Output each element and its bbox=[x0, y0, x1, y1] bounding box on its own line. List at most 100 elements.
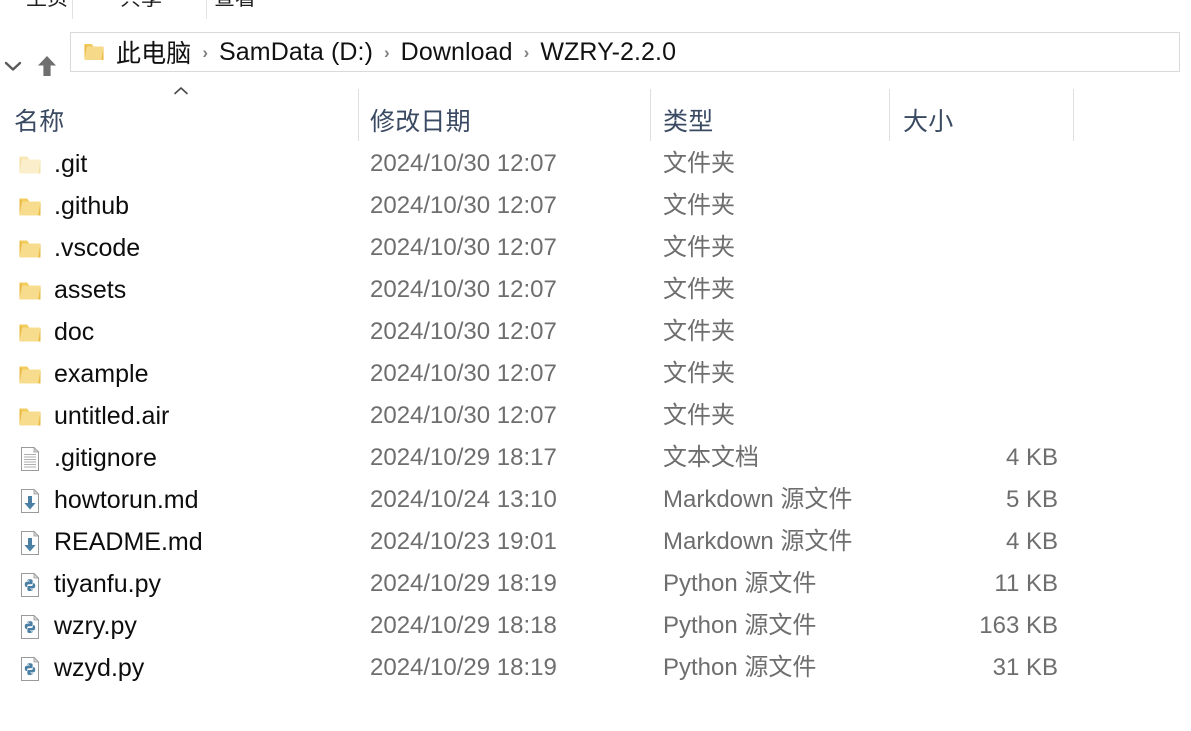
file-name-cell: howtorun.md bbox=[54, 486, 199, 514]
file-row[interactable]: assets 2024/10/30 12:07 文件夹 bbox=[0, 269, 1191, 311]
folder-icon bbox=[18, 278, 42, 304]
file-row[interactable]: howtorun.md 2024/10/24 13:10 Markdown 源文件 5… bbox=[0, 479, 1191, 521]
markdown-file-icon bbox=[18, 488, 42, 514]
text-file-icon bbox=[18, 446, 42, 472]
folder-icon bbox=[18, 236, 42, 262]
file-size-cell: 5 KB bbox=[1005, 486, 1058, 513]
file-size-cell: 4 KB bbox=[1005, 444, 1058, 471]
file-name-cell: .gitignore bbox=[54, 444, 157, 472]
file-date-cell: 2024/10/30 12:07 bbox=[370, 192, 557, 219]
file-type-cell: 文件夹 bbox=[663, 234, 735, 261]
file-date-cell: 2024/10/30 12:07 bbox=[370, 276, 557, 303]
breadcrumb-item-drive[interactable]: SamData (D:) bbox=[214, 38, 378, 67]
file-type-cell: 文件夹 bbox=[663, 276, 735, 303]
column-header-type[interactable]: 类型 bbox=[663, 102, 713, 138]
column-divider[interactable] bbox=[889, 89, 890, 141]
file-type-cell: Markdown 源文件 bbox=[663, 486, 853, 513]
file-type-cell: Python 源文件 bbox=[663, 570, 817, 597]
folder-icon bbox=[83, 41, 105, 63]
breadcrumb-item-download[interactable]: Download bbox=[396, 38, 518, 67]
file-row[interactable]: .gitignore 2024/10/29 18:17 文本文档 4 KB bbox=[0, 437, 1191, 479]
breadcrumb-item-this-pc[interactable]: 此电脑 bbox=[111, 34, 196, 70]
tab-share[interactable]: 共享 bbox=[94, 0, 188, 16]
file-size-cell bbox=[889, 311, 1058, 353]
file-row[interactable]: doc 2024/10/30 12:07 文件夹 bbox=[0, 311, 1191, 353]
ribbon-tab-list: 主页 共享 查看 bbox=[0, 0, 282, 16]
file-name-cell: .vscode bbox=[54, 234, 141, 262]
file-name-cell: assets bbox=[54, 276, 127, 304]
markdown-file-icon bbox=[18, 530, 42, 556]
file-size-cell: 31 KB bbox=[992, 654, 1058, 681]
column-divider[interactable] bbox=[1073, 89, 1074, 141]
tab-view[interactable]: 查看 bbox=[188, 0, 282, 16]
file-name-cell: .github bbox=[54, 192, 130, 220]
column-header-name[interactable]: 名称 bbox=[14, 102, 64, 138]
python-file-icon bbox=[18, 572, 42, 598]
column-divider[interactable] bbox=[358, 89, 359, 141]
file-type-cell: 文件夹 bbox=[663, 318, 735, 345]
column-header-date-modified[interactable]: 修改日期 bbox=[370, 102, 471, 138]
file-type-cell: 文件夹 bbox=[663, 192, 735, 219]
folder-icon bbox=[18, 320, 42, 346]
file-type-cell: Python 源文件 bbox=[663, 654, 817, 681]
file-row[interactable]: wzry.py 2024/10/29 18:18 Python 源文件 163 KB bbox=[0, 605, 1191, 647]
file-type-cell: Python 源文件 bbox=[663, 612, 817, 639]
arrow-up-icon bbox=[38, 56, 56, 76]
breadcrumb[interactable]: 此电脑 › SamData (D:) › Download › WZRY-2.2… bbox=[70, 32, 1180, 72]
folder-icon bbox=[18, 152, 42, 178]
up-one-level-button[interactable] bbox=[30, 49, 64, 83]
python-file-icon bbox=[18, 614, 42, 640]
file-date-cell: 2024/10/30 12:07 bbox=[370, 150, 557, 177]
ribbon-divider bbox=[72, 0, 73, 19]
file-size-cell bbox=[889, 185, 1058, 227]
sort-ascending-icon bbox=[172, 84, 190, 96]
file-name-cell: README.md bbox=[54, 528, 203, 556]
file-name-cell: doc bbox=[54, 318, 95, 346]
file-date-cell: 2024/10/29 18:18 bbox=[370, 612, 557, 639]
file-type-cell: 文本文档 bbox=[663, 444, 759, 471]
file-type-cell: 文件夹 bbox=[663, 150, 735, 177]
column-divider[interactable] bbox=[650, 89, 651, 141]
chevron-right-icon[interactable]: › bbox=[518, 44, 536, 61]
file-name-cell: tiyanfu.py bbox=[54, 570, 162, 598]
file-size-cell bbox=[889, 143, 1058, 185]
chevron-right-icon[interactable]: › bbox=[196, 44, 214, 61]
file-name-cell: example bbox=[54, 360, 149, 388]
address-bar: 此电脑 › SamData (D:) › Download › WZRY-2.2… bbox=[0, 19, 1191, 83]
ribbon-tabstrip: 主页 共享 查看 bbox=[0, 0, 1191, 20]
file-row[interactable]: example 2024/10/30 12:07 文件夹 bbox=[0, 353, 1191, 395]
file-date-cell: 2024/10/29 18:19 bbox=[370, 570, 557, 597]
breadcrumb-item-current-folder[interactable]: WZRY-2.2.0 bbox=[535, 38, 681, 67]
file-row[interactable]: untitled.air 2024/10/30 12:07 文件夹 bbox=[0, 395, 1191, 437]
chevron-right-icon[interactable]: › bbox=[378, 44, 396, 61]
folder-icon bbox=[18, 362, 42, 388]
column-header-size[interactable]: 大小 bbox=[903, 102, 953, 138]
file-date-cell: 2024/10/30 12:07 bbox=[370, 360, 557, 387]
column-header-row: 名称 修改日期 类型 大小 bbox=[0, 83, 1191, 141]
folder-icon bbox=[18, 404, 42, 430]
chevron-down-icon bbox=[4, 61, 22, 71]
file-size-cell bbox=[889, 353, 1058, 395]
file-name-cell: untitled.air bbox=[54, 402, 170, 430]
folder-icon bbox=[18, 194, 42, 220]
file-date-cell: 2024/10/30 12:07 bbox=[370, 402, 557, 429]
file-row[interactable]: .git 2024/10/30 12:07 文件夹 bbox=[0, 143, 1191, 185]
file-row[interactable]: wzyd.py 2024/10/29 18:19 Python 源文件 31 KB bbox=[0, 647, 1191, 689]
file-name-cell: wzyd.py bbox=[54, 654, 145, 682]
file-row[interactable]: tiyanfu.py 2024/10/29 18:19 Python 源文件 11 K… bbox=[0, 563, 1191, 605]
file-type-cell: Markdown 源文件 bbox=[663, 528, 853, 555]
file-date-cell: 2024/10/24 13:10 bbox=[370, 486, 557, 513]
file-size-cell bbox=[889, 269, 1058, 311]
file-type-cell: 文件夹 bbox=[663, 360, 735, 387]
file-size-cell: 11 KB bbox=[994, 570, 1058, 597]
file-name-cell: wzry.py bbox=[54, 612, 137, 640]
file-row[interactable]: .github 2024/10/30 12:07 文件夹 bbox=[0, 185, 1191, 227]
file-row[interactable]: .vscode 2024/10/30 12:07 文件夹 bbox=[0, 227, 1191, 269]
file-size-cell bbox=[889, 395, 1058, 437]
file-row[interactable]: README.md 2024/10/23 19:01 Markdown 源文件 4 K… bbox=[0, 521, 1191, 563]
ribbon-divider bbox=[206, 0, 207, 19]
recent-locations-button[interactable] bbox=[0, 49, 30, 83]
file-type-cell: 文件夹 bbox=[663, 402, 735, 429]
tab-home[interactable]: 主页 bbox=[0, 0, 94, 16]
file-list[interactable]: .git 2024/10/30 12:07 文件夹 .github 2024/10/3… bbox=[0, 143, 1191, 731]
